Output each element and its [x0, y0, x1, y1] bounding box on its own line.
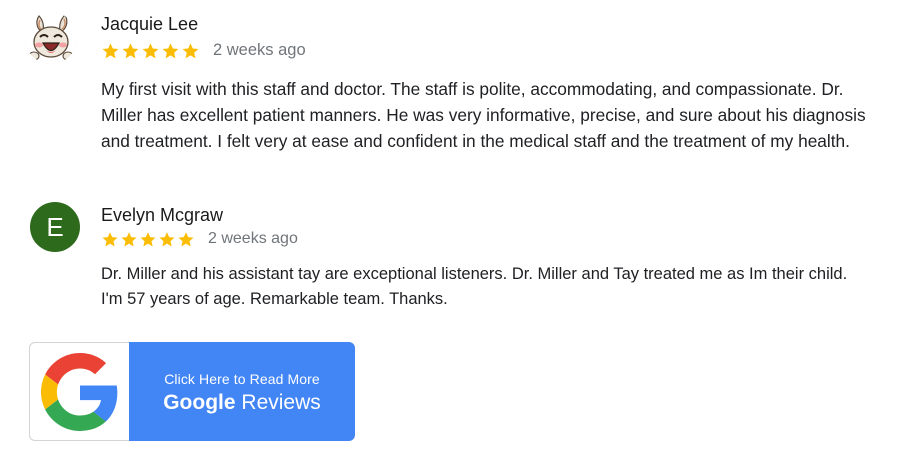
reviews-page: Jacquie Lee 2 weeks ago My first visit w… — [0, 0, 898, 453]
star-icon — [122, 42, 139, 58]
reviewer-avatar[interactable]: E — [30, 202, 80, 252]
read-google-reviews-button[interactable]: Click Here to Read More Google Reviews — [29, 342, 355, 441]
rating-row: 2 weeks ago — [101, 41, 306, 60]
cta-suffix-text: Reviews — [241, 390, 321, 414]
review-text: Dr. Miller and his assistant tay are exc… — [101, 265, 848, 308]
cta-line2: Google Reviews — [163, 391, 321, 415]
reviewer-name[interactable]: Evelyn Mcgraw — [101, 205, 223, 226]
star-rating — [101, 231, 196, 248]
avatar-letter: E — [46, 211, 64, 242]
cta-suffix: Reviews — [236, 390, 321, 414]
google-cta-panel: Click Here to Read More Google Reviews — [129, 342, 355, 441]
cartoon-rabbit-avatar-icon — [25, 12, 77, 64]
google-g-logo-icon — [40, 352, 117, 431]
star-icon — [159, 231, 175, 246]
star-icon — [182, 42, 199, 58]
review-date: 2 weeks ago — [213, 41, 306, 59]
star-icon — [178, 231, 194, 246]
review-text: My first visit with this staff and docto… — [101, 79, 866, 151]
star-icon — [102, 231, 118, 246]
cta-brand: Google — [163, 390, 236, 414]
star-icon — [102, 42, 119, 58]
reviewer-avatar[interactable] — [25, 12, 77, 64]
star-rating — [101, 42, 201, 60]
rating-row: 2 weeks ago — [101, 230, 298, 248]
star-icon — [121, 231, 137, 246]
star-icon — [142, 42, 159, 58]
star-icon — [162, 42, 179, 58]
star-icon — [140, 231, 156, 246]
reviewer-name[interactable]: Jacquie Lee — [101, 14, 198, 35]
google-logo-panel — [29, 342, 129, 441]
cta-line1: Click Here to Read More — [164, 370, 320, 387]
review-date: 2 weeks ago — [208, 230, 298, 247]
